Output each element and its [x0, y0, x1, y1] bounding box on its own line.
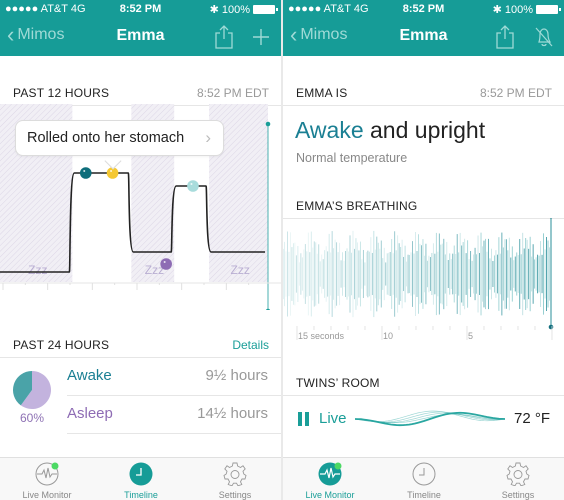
emma-is-header: EMMA IS 8:52 PM EDT	[283, 78, 564, 106]
sleep-marker: Zzz	[28, 263, 47, 277]
now-marker-bottom	[548, 324, 554, 330]
battery-icon	[536, 5, 561, 14]
live-audio-row: Live 72 °F	[283, 402, 564, 436]
list-item-awake[interactable]: Awake 9½ hours	[67, 358, 281, 396]
audio-wave	[355, 410, 505, 427]
header: ●●●●● AT&T 4G 8:52 PM ✱ 100% ‹ Mimos Emm…	[0, 0, 281, 56]
share-icon[interactable]	[213, 24, 235, 50]
section-label: PAST 12 HOURS	[13, 86, 110, 100]
plus-icon[interactable]	[250, 24, 272, 50]
breathing-header: EMMA’S BREATHING	[283, 191, 564, 219]
live-monitor-screen: ●●●●● AT&T 4G 8:52 PM ✱ 100% ‹ Mimos Emm…	[283, 0, 564, 500]
status-bar: ●●●●● AT&T 4G 8:52 PM ✱ 100%	[0, 2, 281, 18]
event-dot-highlight	[190, 183, 193, 185]
past-12-hours-header: PAST 12 HOURS 8:52 PM EDT	[0, 78, 281, 106]
clock-icon	[129, 462, 153, 486]
details-link[interactable]: Details	[232, 338, 269, 352]
sleep-pie-chart	[13, 371, 51, 409]
event-dot-highlight	[163, 261, 166, 263]
tab-label: Live Monitor	[305, 490, 355, 500]
bluetooth-icon: ✱	[492, 4, 502, 16]
tab-label: Settings	[501, 490, 535, 500]
battery-percent: 100%	[504, 3, 533, 16]
battery-status: ✱ 100%	[492, 3, 561, 16]
tab-label: Live Monitor	[22, 490, 72, 500]
chevron-right-icon: ›	[205, 128, 211, 147]
event-tooltip[interactable]: Rolled onto her stomach ›	[15, 120, 224, 156]
battery-icon	[253, 5, 278, 14]
axis-label-5: 5	[468, 331, 473, 341]
gear-icon	[223, 462, 247, 486]
row-label: Awake	[67, 367, 112, 384]
battery-percent: 100%	[221, 3, 250, 16]
row-label: Asleep	[67, 405, 113, 422]
tab-bar: Live Monitor Timeline Settings	[283, 457, 564, 500]
page-title: Emma	[116, 27, 165, 44]
live-label: Live	[319, 410, 347, 427]
room-header: TWINS’ ROOM	[283, 368, 564, 396]
tooltip-text: Rolled onto her stomach	[27, 130, 185, 146]
list-item-asleep[interactable]: Asleep 14½ hours	[67, 396, 281, 434]
status-bar: ●●●●● AT&T 4G 8:52 PM ✱ 100%	[283, 2, 564, 18]
section-label: EMMA’S BREATHING	[296, 199, 418, 213]
event-dot[interactable]	[160, 258, 172, 270]
now-marker-top	[265, 121, 271, 127]
sleep-marker: Zzz	[231, 263, 250, 277]
page-title: Emma	[399, 27, 448, 44]
row-value: 9½ hours	[205, 367, 268, 384]
timeline-screen: ●●●●● AT&T 4G 8:52 PM ✱ 100% ‹ Mimos Emm…	[0, 0, 281, 500]
header: ●●●●● AT&T 4G 8:52 PM ✱ 100% ‹ Mimos Emm…	[283, 0, 564, 56]
nav-bar: ‹ Mimos Emma	[0, 18, 281, 56]
clock-icon	[412, 462, 436, 486]
section-label: TWINS’ ROOM	[296, 376, 380, 390]
breathing-waveform: 15 seconds 10 5	[283, 218, 554, 341]
event-dot-highlight	[83, 170, 86, 172]
state-highlight: Awake	[295, 117, 364, 143]
gear-icon	[506, 462, 530, 486]
event-dot[interactable]	[187, 180, 199, 192]
state-rest: and upright	[363, 117, 486, 143]
baby-state: Awake and upright	[295, 117, 485, 144]
bell-off-icon[interactable]	[533, 24, 555, 50]
tab-bar: Live Monitor Timeline Settings	[0, 457, 281, 500]
temperature-status: Normal temperature	[296, 151, 408, 165]
row-value: 14½ hours	[197, 405, 268, 422]
axis-label-15: 15 seconds	[298, 331, 345, 341]
tab-label: Timeline	[124, 490, 158, 500]
now-marker-bottom	[265, 308, 271, 310]
tab-settings[interactable]: Settings	[188, 458, 281, 500]
tab-settings[interactable]: Settings	[471, 458, 564, 500]
tab-label: Timeline	[407, 490, 441, 500]
tab-live-monitor[interactable]: Live Monitor	[283, 458, 377, 500]
event-dot[interactable]	[79, 167, 92, 179]
section-label: EMMA IS	[296, 86, 348, 100]
tab-timeline[interactable]: Timeline	[94, 458, 188, 500]
section-label: PAST 24 HOURS	[13, 338, 110, 352]
tab-timeline[interactable]: Timeline	[377, 458, 471, 500]
pause-icon[interactable]	[298, 412, 310, 426]
current-time: 8:52 PM EDT	[479, 86, 552, 100]
current-time: 8:52 PM EDT	[196, 86, 269, 100]
nav-bar: ‹ Mimos Emma	[283, 18, 564, 56]
share-icon[interactable]	[494, 24, 516, 50]
bluetooth-icon: ✱	[209, 4, 219, 16]
room-temperature: 72 °F	[513, 410, 550, 427]
event-dot-highlight	[110, 170, 113, 172]
battery-status: ✱ 100%	[209, 3, 278, 16]
asleep-percent: 60%	[20, 411, 45, 425]
tab-live-monitor[interactable]: Live Monitor	[0, 458, 94, 500]
past-24-hours-header: PAST 24 HOURS Details	[0, 330, 281, 358]
tab-label: Settings	[218, 490, 252, 500]
axis-label-10: 10	[383, 331, 393, 341]
heartbeat-icon	[318, 462, 342, 486]
heartbeat-icon	[35, 462, 59, 486]
